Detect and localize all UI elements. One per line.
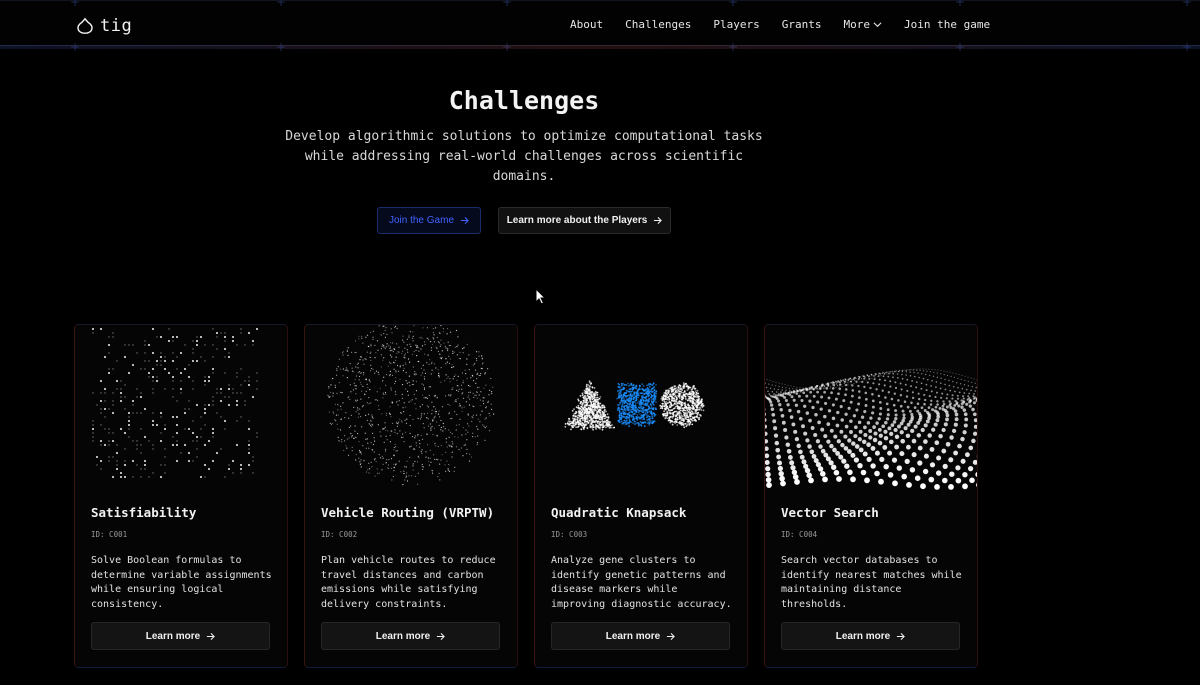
join-the-game-button[interactable]: Join the Game xyxy=(377,207,481,234)
card-description: Plan vehicle routes to reduce travel dis… xyxy=(321,555,496,610)
learn-more-label: Learn more xyxy=(145,630,201,642)
dot-sphere-icon xyxy=(327,325,495,486)
nav-link-grants[interactable]: Grants xyxy=(782,18,822,31)
arrow-right-icon xyxy=(437,632,446,640)
join-the-game-label: Join the Game xyxy=(388,215,455,226)
triangle-square-circle-particles-icon xyxy=(564,380,705,431)
card-title: Satisfiability xyxy=(91,505,197,520)
arrow-right-icon xyxy=(207,632,216,640)
nav-link-more-label: More xyxy=(843,18,870,31)
challenge-card-vector-search: Vector Search ID: C004 Search vector dat… xyxy=(765,325,977,667)
card-title: Vehicle Routing (VRPTW) xyxy=(321,505,495,520)
tig-logo-icon xyxy=(77,17,93,34)
challenge-card-satisfiability: Satisfiability ID: C001 Solve Boolean fo… xyxy=(75,325,287,667)
grid-cross-decoration: + xyxy=(276,0,287,9)
card-id: ID: C003 xyxy=(551,530,588,539)
nav-link-challenges[interactable]: Challenges xyxy=(625,18,691,31)
card-description: Search vector databases to identify near… xyxy=(781,555,962,610)
subtitle-line: while addressing real-world challenges a… xyxy=(304,149,744,164)
card-description: Analyze gene clusters to identify geneti… xyxy=(551,555,732,610)
subtitle-line: domains. xyxy=(492,169,556,184)
learn-more-players-button[interactable]: Learn more about the Players xyxy=(498,207,671,234)
learn-more-button[interactable]: Learn more xyxy=(321,622,500,650)
card-title: Quadratic Knapsack xyxy=(551,505,687,520)
grid-cross-decoration: + xyxy=(728,0,739,9)
arrow-right-icon xyxy=(897,632,906,640)
card-id: ID: C001 xyxy=(91,530,128,539)
logo-text: tig xyxy=(100,16,133,36)
nav-glow-divider xyxy=(0,45,1200,49)
chevron-down-icon xyxy=(873,22,882,28)
nav-link-join-the-game[interactable]: Join the game xyxy=(904,18,990,31)
dot-wave-surface-icon xyxy=(765,368,977,490)
learn-more-button[interactable]: Learn more xyxy=(551,622,730,650)
nav-links: About Challenges Players Grants More Joi… xyxy=(570,18,990,31)
site-logo[interactable]: tig xyxy=(76,15,132,37)
nav-link-more[interactable]: More xyxy=(843,18,882,31)
page-subtitle: Develop algorithmic solutions to optimiz… xyxy=(284,127,764,187)
nav-link-players[interactable]: Players xyxy=(713,18,759,31)
card-title: Vector Search xyxy=(781,505,879,520)
grid-cross-decoration: + xyxy=(955,0,966,9)
scattered-dot-grid-icon xyxy=(92,328,258,478)
challenge-card-quadratic-knapsack: Quadratic Knapsack ID: C003 Analyze gene… xyxy=(535,325,747,667)
learn-more-button[interactable]: Learn more xyxy=(91,622,270,650)
learn-more-players-label: Learn more about the Players xyxy=(506,215,648,226)
card-id: ID: C004 xyxy=(781,530,818,539)
mouse-cursor-icon xyxy=(535,288,547,305)
grid-cross-decoration: + xyxy=(1182,0,1193,9)
learn-more-label: Learn more xyxy=(375,630,431,642)
grid-cross-decoration: + xyxy=(502,0,513,9)
learn-more-button[interactable]: Learn more xyxy=(781,622,960,650)
learn-more-label: Learn more xyxy=(605,630,661,642)
nav-link-about[interactable]: About xyxy=(570,18,603,31)
card-description: Solve Boolean formulas to determine vari… xyxy=(91,555,272,610)
page-title: Challenges xyxy=(448,86,600,115)
card-id: ID: C002 xyxy=(321,530,358,539)
top-navigation: + + + + + + + + + + + + tig About Challe… xyxy=(0,0,1200,53)
challenge-card-vehicle-routing: Vehicle Routing (VRPTW) ID: C002 Plan ve… xyxy=(305,325,517,667)
arrow-right-icon xyxy=(667,632,676,640)
arrow-right-icon xyxy=(654,216,663,225)
grid-cross-decoration: + xyxy=(70,0,81,9)
arrow-right-icon xyxy=(460,216,469,225)
learn-more-label: Learn more xyxy=(835,630,891,642)
subtitle-line: Develop algorithmic solutions to optimiz… xyxy=(285,129,763,144)
